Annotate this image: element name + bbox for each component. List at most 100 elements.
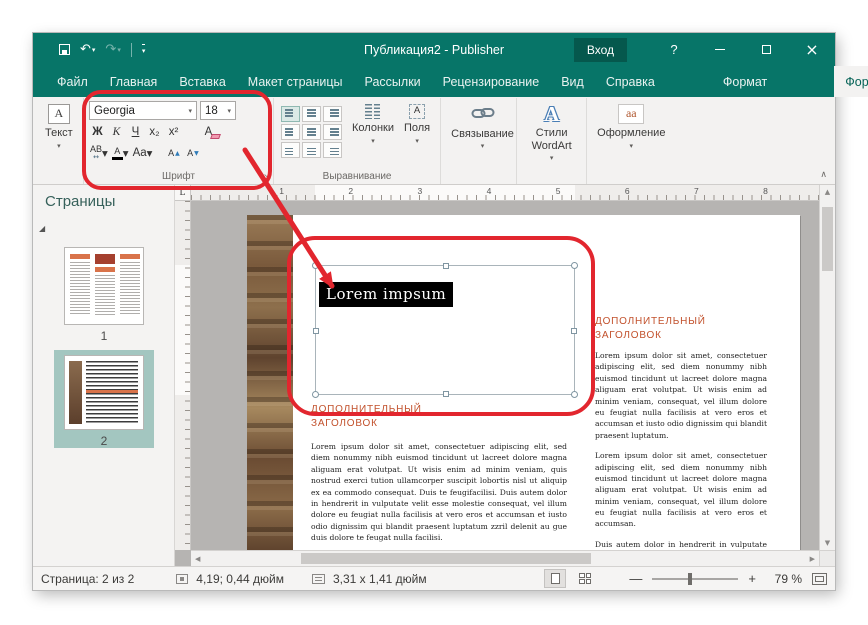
zoom-slider-thumb[interactable] (688, 573, 692, 585)
redo-button[interactable]: ↷▾ (105, 42, 120, 57)
tab-view[interactable]: Вид (550, 66, 595, 97)
link-icon (471, 104, 495, 126)
scroll-left-button[interactable]: ◀ (195, 551, 200, 566)
collapse-ribbon-button[interactable]: ∧ (820, 170, 827, 180)
font-color-button[interactable]: А ▾ (111, 144, 130, 162)
margins-button[interactable]: А Поля ▾ (399, 101, 435, 145)
page2-thumbnail[interactable] (64, 355, 144, 430)
align-middle-left-button[interactable] (281, 124, 300, 140)
change-case-button[interactable]: Aa ▾ (132, 144, 154, 162)
align-bottom-center-button[interactable] (302, 142, 321, 158)
vertical-scroll-thumb[interactable] (822, 207, 833, 271)
text-button[interactable]: А Текст ▾ (40, 101, 78, 150)
wordart-styles-button[interactable]: А Стили WordArt ▾ (522, 101, 581, 162)
align-middle-center-button[interactable] (302, 124, 321, 140)
pages-panel-collapse-icon[interactable]: ◢ (39, 224, 45, 233)
superscript-button[interactable]: x² (165, 123, 182, 141)
tab-file[interactable]: Файл (46, 66, 99, 97)
italic-button[interactable]: К (108, 123, 125, 141)
shrink-font-button[interactable]: А▼ (184, 144, 201, 162)
undo-button[interactable]: ↶▾ (80, 42, 95, 57)
tab-help[interactable]: Справка (595, 66, 666, 97)
align-top-left-button[interactable] (281, 106, 300, 122)
linking-button[interactable]: Связывание ▾ (446, 101, 519, 150)
selection-handle-top-center[interactable] (443, 263, 449, 269)
sign-in-button[interactable]: Вход (574, 38, 627, 62)
minimize-button[interactable] (697, 33, 743, 66)
qat-separator (131, 43, 132, 57)
zoom-value[interactable]: 79 % (766, 572, 802, 586)
font-size-value: 18 (205, 105, 218, 117)
titlebar: ↶▾ ↷▾ ▾ Публикация2 - Publisher Вход ? × (33, 33, 835, 66)
two-page-view-button[interactable] (575, 570, 595, 587)
bookshelf-photo[interactable] (247, 215, 293, 550)
subscript-button[interactable]: x₂ (146, 123, 163, 141)
selection-handle-bottom-left[interactable] (312, 391, 319, 398)
help-button[interactable]: ? (651, 33, 697, 66)
character-spacing-button[interactable]: АВ↔ ▾ (89, 144, 109, 162)
selection-handle-top-left[interactable] (312, 262, 319, 269)
horizontal-ruler[interactable]: 1 2 3 4 5 6 7 8 (191, 185, 819, 201)
close-button[interactable]: × (789, 33, 835, 66)
tab-format-contextual[interactable]: Формат (712, 66, 778, 97)
fit-page-button[interactable] (812, 573, 827, 585)
align-bottom-left-button[interactable] (281, 142, 300, 158)
alignment-group-label: Выравнивание (274, 171, 440, 182)
tab-mailings[interactable]: Рассылки (354, 66, 432, 97)
selection-handle-top-right[interactable] (571, 262, 578, 269)
status-page-indicator[interactable]: Страница: 2 из 2 (41, 572, 134, 586)
font-size-combo[interactable]: 18▾ (200, 101, 236, 120)
tab-home[interactable]: Главная (99, 66, 169, 97)
single-page-view-button[interactable] (545, 570, 565, 587)
right-column[interactable]: ДОПОЛНИТЕЛЬНЫЙ ЗАГОЛОВОК Lorem ipsum dol… (595, 315, 767, 550)
zoom-out-button[interactable]: — (629, 571, 642, 586)
maximize-button[interactable] (743, 33, 789, 66)
zoom-slider[interactable] (652, 578, 738, 580)
change-case-caret-icon: ▾ (147, 146, 153, 160)
align-middle-right-button[interactable] (323, 124, 342, 140)
typography-button[interactable]: аа Оформление ▾ (592, 101, 670, 150)
vertical-ruler[interactable] (175, 201, 191, 550)
zoom-in-button[interactable]: + (748, 571, 756, 586)
left-column-body[interactable]: Lorem ipsum dolor sit amet, consectetuer… (311, 441, 567, 544)
ruler-number: 1 (279, 186, 284, 196)
scroll-up-button[interactable]: ▲ (820, 188, 835, 196)
tab-review[interactable]: Рецензирование (432, 66, 551, 97)
status-object-size[interactable]: 3,31 x 1,41 дюйм (333, 572, 427, 586)
scroll-down-button[interactable]: ▼ (820, 539, 835, 547)
selection-handle-middle-left[interactable] (313, 328, 319, 334)
selected-textbox[interactable]: Lorem impsum (315, 265, 575, 395)
horizontal-scroll-thumb[interactable] (301, 553, 591, 564)
page1-thumbnail[interactable] (64, 247, 144, 325)
selected-text-highlight[interactable]: Lorem impsum (319, 282, 453, 307)
columns-button[interactable]: Колонки ▾ (347, 101, 399, 145)
bold-button[interactable]: Ж (89, 123, 106, 141)
font-dialog-launcher[interactable]: ↘ (263, 173, 270, 181)
save-button[interactable] (59, 44, 70, 55)
clear-formatting-button[interactable]: А (200, 123, 217, 141)
page1-label: 1 (64, 329, 144, 343)
pages-panel: Страницы ◢ 1 2 (33, 185, 175, 566)
publication-page[interactable]: Lorem impsum ДОПОЛНИТЕЛЬНЫЙ ЗАГОЛОВОК Lo… (247, 215, 800, 550)
font-name-combo[interactable]: Georgia▾ (89, 101, 197, 120)
page-viewport: Lorem impsum ДОПОЛНИТЕЛЬНЫЙ ЗАГОЛОВОК Lo… (191, 201, 819, 550)
left-column-heading[interactable]: ДОПОЛНИТЕЛЬНЫЙ ЗАГОЛОВОК (311, 403, 471, 431)
ruler-corner-tab-selector[interactable]: L (175, 185, 191, 201)
customize-qat-button[interactable]: ▾ (142, 44, 146, 55)
selection-handle-bottom-right[interactable] (571, 391, 578, 398)
selection-handle-bottom-center[interactable] (443, 391, 449, 397)
scroll-right-button[interactable]: ▶ (810, 551, 815, 566)
vertical-scrollbar[interactable]: ▲ ▼ (819, 185, 835, 550)
align-top-right-button[interactable] (323, 106, 342, 122)
tab-page-design[interactable]: Макет страницы (237, 66, 354, 97)
grow-font-button[interactable]: А▲ (165, 144, 182, 162)
horizontal-scrollbar[interactable]: ◀ ▶ (191, 550, 819, 566)
status-object-position[interactable]: 4,19; 0,44 дюйм (196, 572, 284, 586)
tab-format-active[interactable]: Формат (834, 66, 868, 97)
align-bottom-right-button[interactable] (323, 142, 342, 158)
underline-button[interactable]: Ч (127, 123, 144, 141)
align-top-center-button[interactable] (302, 106, 321, 122)
selection-handle-middle-right[interactable] (571, 328, 577, 334)
typography-group: аа Оформление ▾ (586, 98, 678, 184)
tab-insert[interactable]: Вставка (168, 66, 236, 97)
